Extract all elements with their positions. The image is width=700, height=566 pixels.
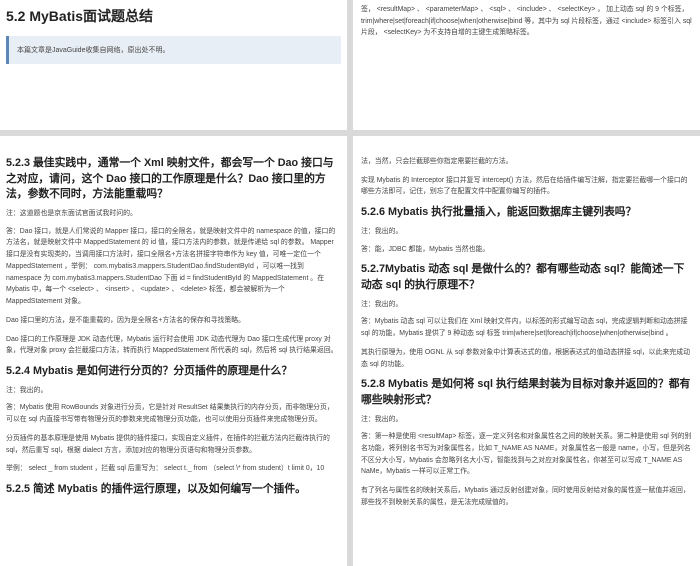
page-4: 法，当然，只会拦截那些你指定需要拦截的方法。 实现 Mybatis 的 Inte… [353,136,700,566]
paragraph: Dao 接口里的方法，是不能重载的，因为是全限名+方法名的保存和寻找策略。 [6,316,246,324]
note: 注：我出的。 [361,415,403,423]
section-heading-5-2-6: 5.2.6 Mybatis 执行批量插入，能返回数据库主键列表吗？ [361,206,637,219]
paragraph: 实现 Mybatis 的 Interceptor 接口并复写 intercept… [361,176,688,196]
note: 注：我出的。 [361,300,403,308]
section-heading-5-2-3: 5.2.3 最佳实践中，通常一个 Xml 映射文件，都会写一个 Dao 接口与之… [6,157,334,201]
page-1: 5.2 MyBatis面试题总结 本篇文章是JavaGuide收集自网络，原出处… [0,0,347,130]
note: 注：我出的。 [6,386,48,394]
note: 注：这道题也是京东面试官面试我时问的。 [6,209,137,217]
note: 注：我出的。 [361,227,403,235]
paragraph: 答：Mybatis 使用 RowBounds 对象进行分页，它是针对 Resul… [6,404,334,424]
section-heading-5-2-8: 5.2.8 Mybatis 是如何将 sql 执行结果封装为目标对象并返回的？都… [361,378,691,406]
page-2: 签， <resultMap> 、 <parameterMap> 、 <sql> … [353,0,700,130]
paragraph: 有了列名与属性名的映射关系后，Mybatis 通过反射创建对象，同时使用反射给对… [361,487,690,506]
paragraph: Dao 接口的工作原理是 JDK 动态代理，Mybatis 运行时会使用 JDK… [6,335,338,355]
document-title: 5.2 MyBatis面试题总结 [6,8,154,24]
paragraph: 分页插件的基本原理是使用 Mybatis 提供的插件接口，实现自定义插件，在插件… [6,434,330,454]
intro-callout: 本篇文章是JavaGuide收集自网络，原出处不明。 [6,36,341,64]
paragraph: 答：Mybatis 动态 sql 可以让我们在 Xml 映射文件内，以标签的形式… [361,318,688,338]
paragraph: 其执行原理为，使用 OGNL 从 sql 参数对象中计算表达式的值，根据表达式的… [361,348,690,368]
section-heading-5-2-4: 5.2.4 Mybatis 是如何进行分页的？分页插件的原理是什么？ [6,365,293,377]
paragraph: 签， <resultMap> 、 <parameterMap> 、 <sql> … [361,6,692,37]
paragraph: 答：Dao 接口，就是人们常说的 Mapper 接口，接口的全限名，就是映射文件… [6,227,336,306]
section-heading-5-2-5: 5.2.5 简述 Mybatis 的插件运行原理，以及如何编写一个插件。 [6,483,306,496]
paragraph: 答：第一种是使用 <resultMap> 标签，逐一定义列名和对象属性名之间的映… [361,433,692,476]
paragraph: 答：能，JDBC 都能，Mybatis 当然也能。 [361,245,490,253]
section-heading-5-2-7: 5.2.7Mybatis 动态 sql 是做什么的？都有哪些动态 sql？能简述… [361,263,685,291]
paragraph: 法，当然，只会拦截那些你指定需要拦截的方法。 [361,158,513,165]
page-3: 5.2.3 最佳实践中，通常一个 Xml 映射文件，都会写一个 Dao 接口与之… [0,136,347,566]
paragraph: 举例： select _ from student ，拦截 sql 后重写为： … [6,465,325,473]
